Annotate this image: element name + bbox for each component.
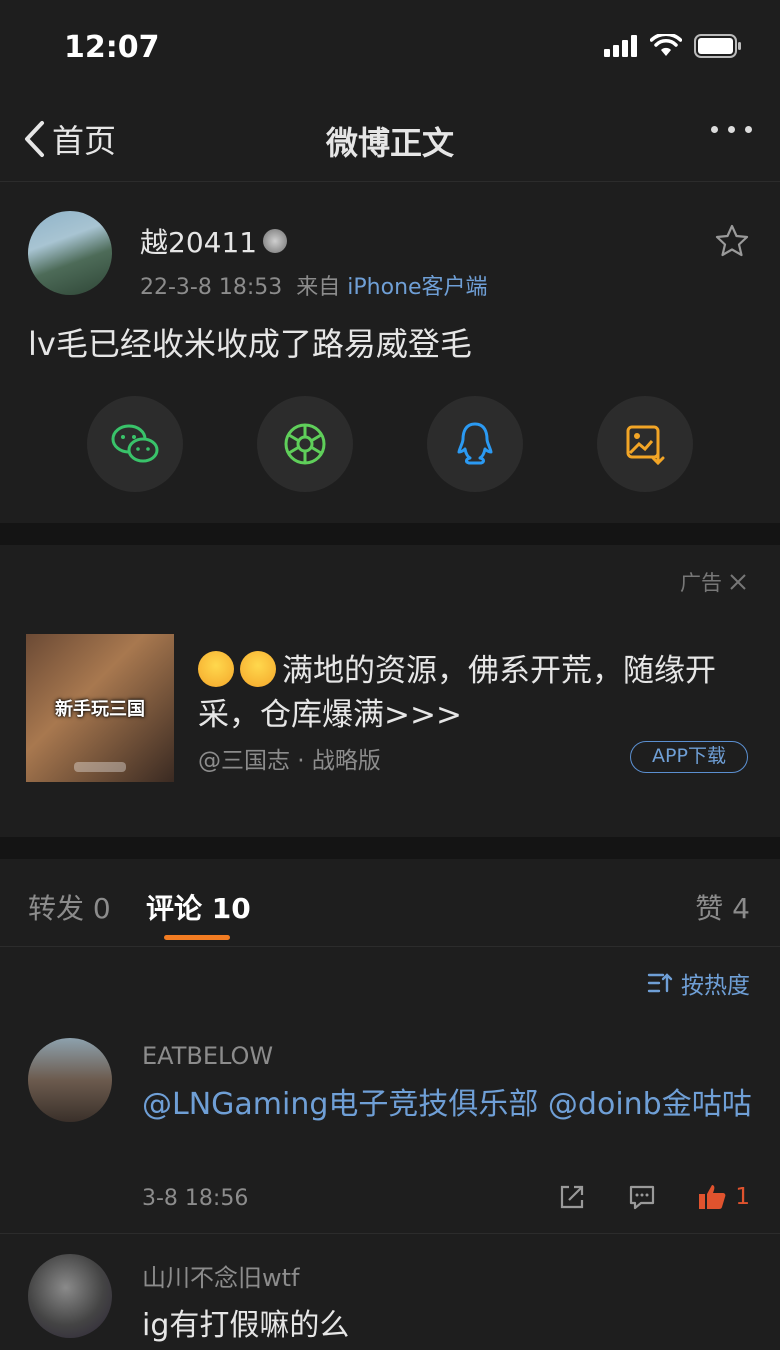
cellular-signal-icon xyxy=(604,35,637,57)
active-tab-indicator xyxy=(164,935,230,940)
post-text: lv毛已经收米收成了路易威登毛 xyxy=(28,325,472,363)
comment-item: EATBELOW @LNGaming电子竞技俱乐部 @doinb金咕咕 3-8 … xyxy=(0,1030,780,1234)
tab-reposts[interactable]: 转发 0 xyxy=(28,887,111,927)
tab-comments[interactable]: 评论 10 xyxy=(146,887,251,927)
more-button[interactable] xyxy=(711,126,752,133)
more-dot-icon xyxy=(745,126,752,133)
close-icon[interactable] xyxy=(728,572,748,592)
tab-likes-label: 赞 xyxy=(695,892,724,925)
sort-label: 按热度 xyxy=(681,973,750,999)
reply-icon[interactable] xyxy=(627,1182,657,1212)
battery-icon xyxy=(694,34,741,58)
commenter-name[interactable]: 山川不念旧wtf xyxy=(142,1258,300,1293)
section-divider xyxy=(0,837,780,859)
status-bar: 12:07 xyxy=(0,0,780,96)
comment-actions: 1 xyxy=(557,1182,750,1212)
emoji-icon xyxy=(198,651,234,687)
ad-tag[interactable]: 广告 xyxy=(680,567,748,597)
comment-text[interactable]: ig有打假嘛的么 xyxy=(142,1300,349,1344)
commenter-avatar[interactable] xyxy=(28,1038,112,1122)
author-name-row[interactable]: 越20411 xyxy=(140,221,288,261)
status-time: 12:07 xyxy=(64,30,160,65)
tab-comments-count: 10 xyxy=(211,892,251,925)
save-image-icon xyxy=(626,425,665,465)
save-image-button[interactable] xyxy=(597,396,693,492)
ad-image[interactable]: 新手玩三国 xyxy=(26,634,174,782)
post-meta: 22-3-8 18:53 来自 iPhone客户端 xyxy=(140,269,488,301)
comment-text[interactable]: @LNGaming电子竞技俱乐部 @doinb金咕咕 xyxy=(142,1082,752,1128)
page-title: 微博正文 xyxy=(325,124,454,162)
moments-icon xyxy=(284,423,326,465)
interaction-tabs: 转发 0 评论 10 赞 4 xyxy=(0,859,780,947)
ad-image-label: 新手玩三国 xyxy=(55,699,145,720)
status-icons xyxy=(604,34,742,58)
commenter-name[interactable]: EATBELOW xyxy=(142,1042,273,1070)
tab-comments-label: 评论 xyxy=(146,892,203,925)
qq-icon xyxy=(457,422,493,465)
tab-reposts-label: 转发 xyxy=(28,892,85,925)
thumbs-up-icon xyxy=(699,1185,726,1209)
comment-item: 山川不念旧wtf ig有打假嘛的么 xyxy=(0,1234,780,1350)
wifi-icon xyxy=(650,34,682,56)
section-divider xyxy=(0,523,780,545)
ad-source: @三国志 · 战略版 xyxy=(198,748,381,774)
like-button[interactable]: 1 xyxy=(697,1182,750,1212)
ad-text: 满地的资源，佛系开荒，随缘开采，仓库爆满>>> xyxy=(198,649,758,737)
more-dot-icon xyxy=(728,126,735,133)
share-wechat-button[interactable] xyxy=(87,396,183,492)
favorite-star-icon[interactable] xyxy=(714,223,750,259)
app-download-button[interactable]: APP下载 xyxy=(630,741,748,773)
share-qq-button[interactable] xyxy=(427,396,523,492)
emoji-icon xyxy=(240,651,276,687)
author-name: 越20411 xyxy=(140,226,258,259)
post-card: 越20411 22-3-8 18:53 来自 iPhone客户端 lv毛已经收米… xyxy=(0,183,780,523)
sort-icon xyxy=(647,973,673,993)
commenter-avatar[interactable] xyxy=(28,1254,112,1338)
sort-button[interactable]: 按热度 xyxy=(647,966,750,1000)
ad-image-blur xyxy=(74,762,126,772)
post-source[interactable]: iPhone客户端 xyxy=(347,275,487,300)
ad-tag-label: 广告 xyxy=(680,571,722,595)
wechat-icon xyxy=(111,424,159,463)
post-time: 22-3-8 18:53 xyxy=(140,275,283,300)
author-avatar[interactable] xyxy=(28,211,112,295)
tab-likes-count: 4 xyxy=(732,892,750,925)
share-row xyxy=(87,396,693,492)
ad-card[interactable]: 广告 新手玩三国 满地的资源，佛系开荒，随缘开采，仓库爆满>>> @三国志 · … xyxy=(0,545,780,837)
medal-icon xyxy=(263,229,288,253)
like-count: 1 xyxy=(735,1184,750,1210)
post-source-prefix: 来自 xyxy=(296,275,341,300)
share-icon[interactable] xyxy=(557,1182,587,1212)
tab-reposts-count: 0 xyxy=(92,892,111,925)
tab-likes[interactable]: 赞 4 xyxy=(695,887,750,927)
share-moments-button[interactable] xyxy=(257,396,353,492)
nav-bar: 首页 微博正文 xyxy=(0,96,780,182)
more-dot-icon xyxy=(711,126,718,133)
comment-time: 3-8 18:56 xyxy=(142,1186,249,1211)
